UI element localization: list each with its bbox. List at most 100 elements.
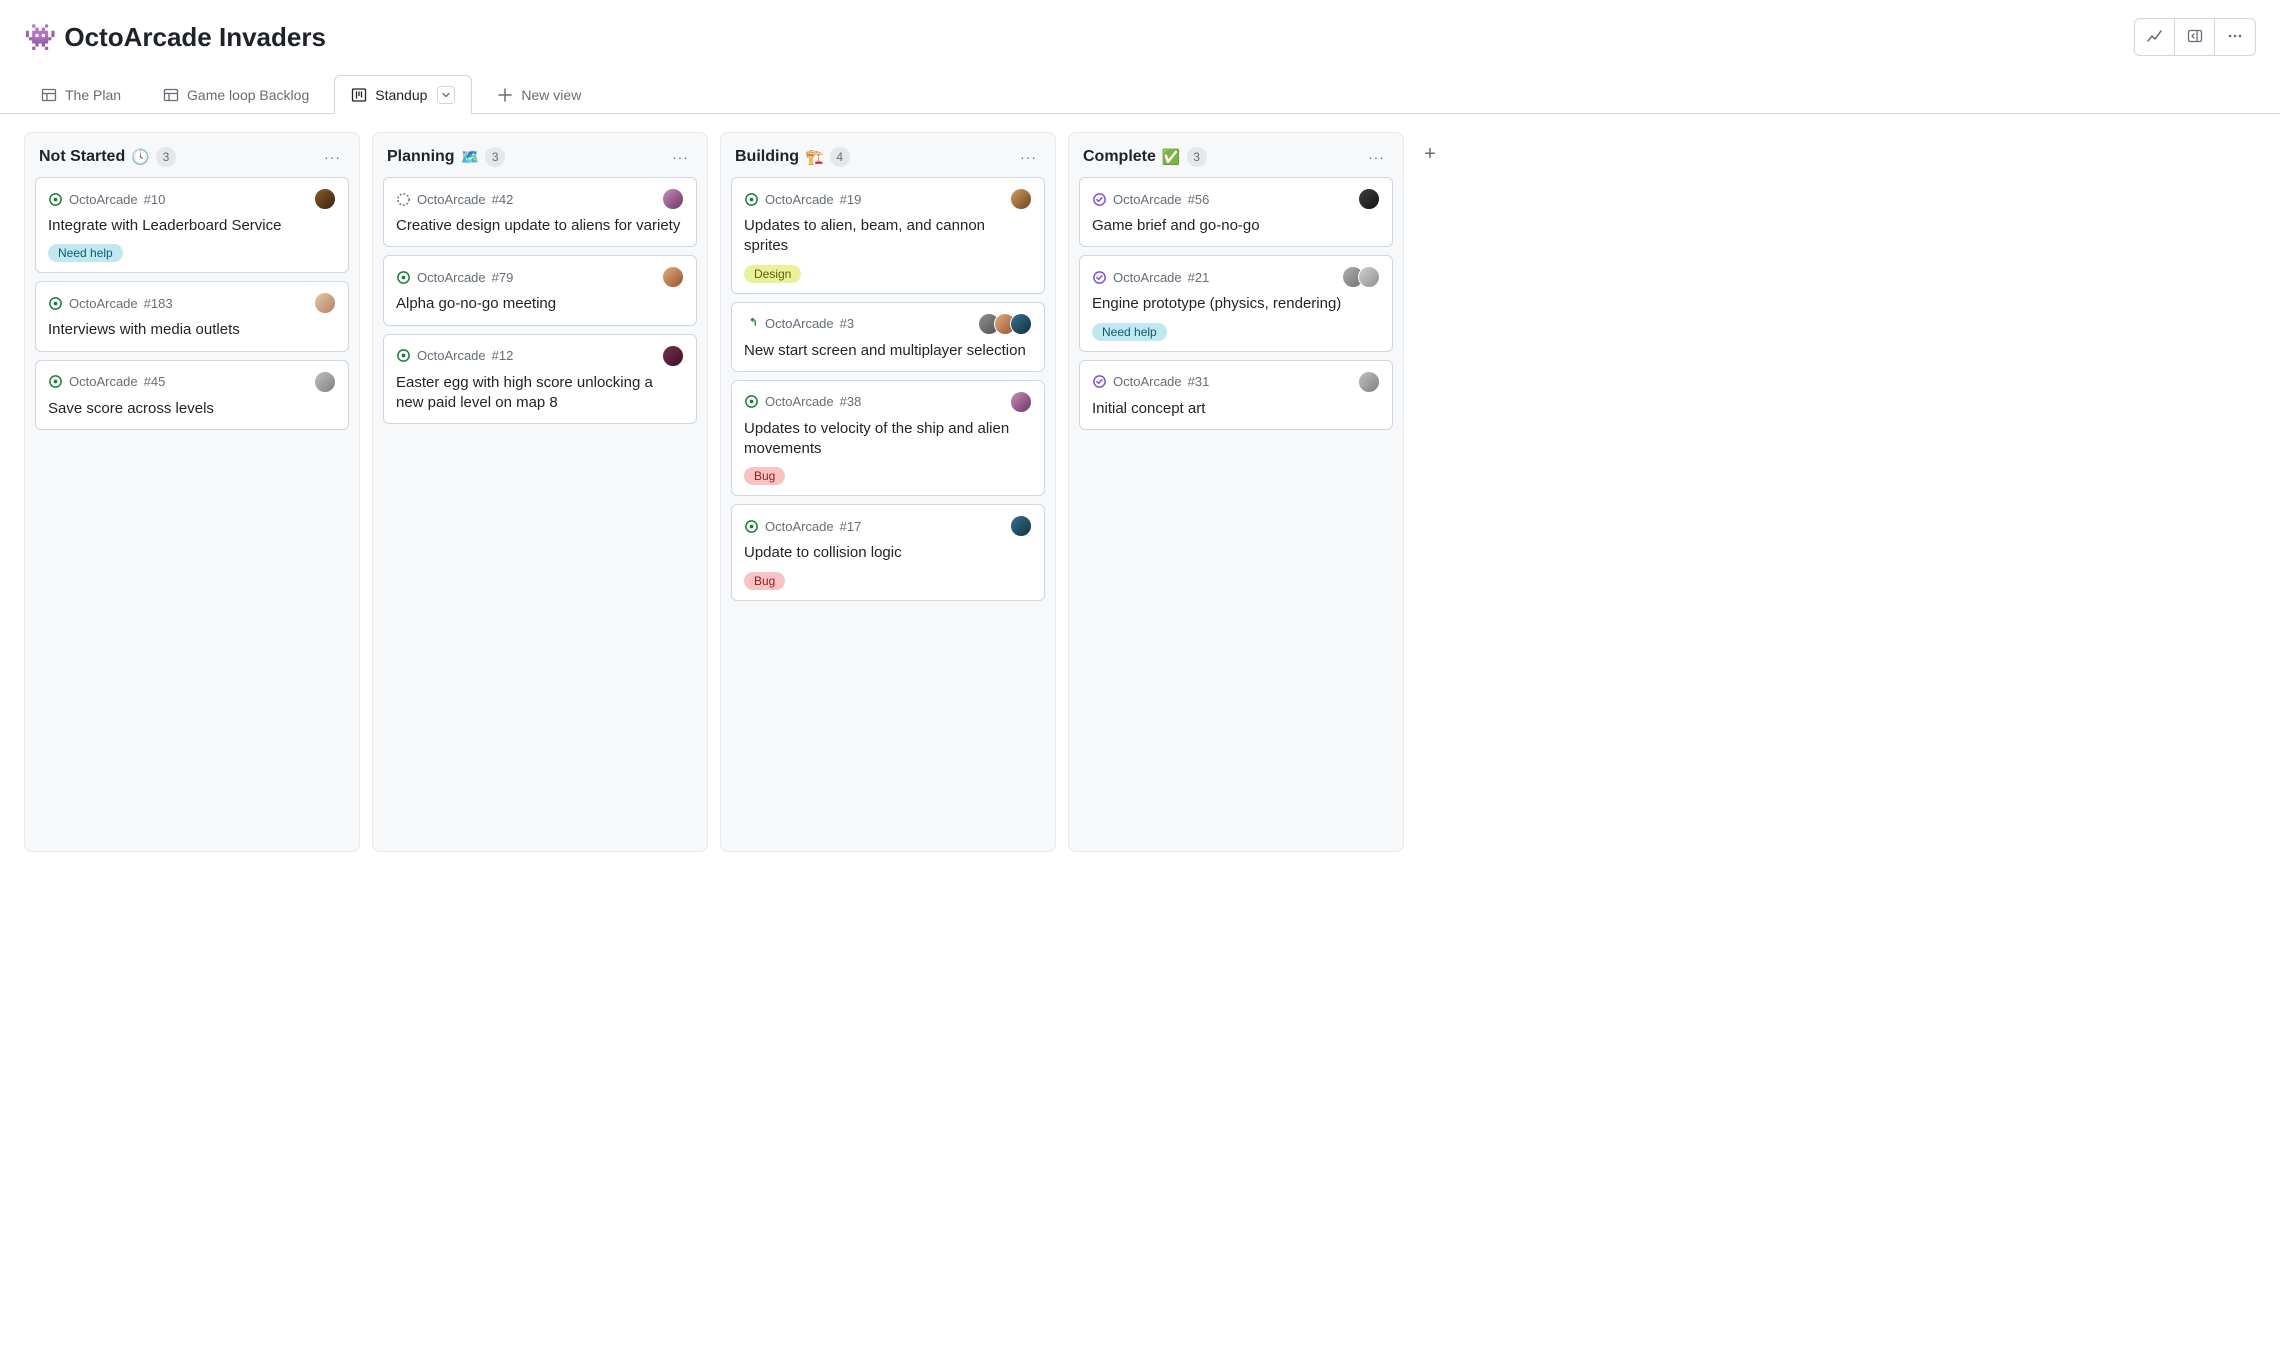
card[interactable]: OctoArcade #3 New start screen and multipl… <box>731 302 1045 372</box>
column-menu-button[interactable]: ··· <box>1364 147 1389 167</box>
avatar[interactable] <box>1358 188 1380 210</box>
table-icon <box>163 87 179 103</box>
avatar[interactable] <box>662 188 684 210</box>
column-not-started: Not Started🕓3···OctoArcade#10Integrate w… <box>24 132 360 852</box>
view-tab-the-plan[interactable]: The Plan <box>24 76 138 113</box>
column-menu-button[interactable]: ··· <box>320 147 345 167</box>
card[interactable]: OctoArcade#183Interviews with media outl… <box>35 281 349 351</box>
card-title: Update to collision logic <box>744 541 1032 563</box>
assignees[interactable] <box>1010 515 1032 537</box>
card-ref: #17 <box>840 519 862 534</box>
kebab-icon: ··· <box>672 149 689 165</box>
card-repo: OctoArcade <box>765 316 834 331</box>
board-icon <box>351 87 367 103</box>
panel-icon <box>2187 28 2203 47</box>
column-planning: Planning🗺️3···OctoArcade#42Creative desi… <box>372 132 708 852</box>
assignees[interactable] <box>1358 188 1380 210</box>
assignees[interactable] <box>662 266 684 288</box>
card[interactable]: OctoArcade#12Easter egg with high score … <box>383 334 697 425</box>
issue-open-icon <box>744 394 759 409</box>
insights-button[interactable] <box>2135 19 2175 55</box>
card-ref: #45 <box>144 374 166 389</box>
add-column-button[interactable]: + <box>1416 140 1444 168</box>
avatar[interactable] <box>1010 515 1032 537</box>
assignees[interactable] <box>314 371 336 393</box>
card-title: Interviews with media outlets <box>48 318 336 340</box>
more-options-button[interactable] <box>2215 19 2255 55</box>
label[interactable]: Need help <box>48 244 123 262</box>
assignees[interactable] <box>662 188 684 210</box>
avatar[interactable] <box>1358 266 1380 288</box>
avatar[interactable] <box>314 292 336 314</box>
card[interactable]: OctoArcade#45Save score across levels <box>35 360 349 430</box>
tab-label: New view <box>521 87 581 103</box>
graph-icon <box>2147 28 2163 47</box>
card-repo: OctoArcade <box>1113 270 1182 285</box>
card-repo: OctoArcade <box>1113 374 1182 389</box>
card[interactable]: OctoArcade#17Update to collision logicBu… <box>731 504 1045 600</box>
assignees[interactable] <box>1010 188 1032 210</box>
kebab-icon: ··· <box>324 149 341 165</box>
card[interactable]: OctoArcade#42Creative design update to a… <box>383 177 697 247</box>
card[interactable]: OctoArcade#21Engine prototype (physics, … <box>1079 255 1393 351</box>
card[interactable]: OctoArcade#31Initial concept art <box>1079 360 1393 430</box>
column-count: 3 <box>156 147 176 167</box>
avatar[interactable] <box>314 188 336 210</box>
card-repo: OctoArcade <box>69 374 138 389</box>
kebab-icon <box>2227 28 2243 47</box>
card-repo: OctoArcade <box>765 394 834 409</box>
column-complete: Complete✅3···OctoArcade#56Game brief and… <box>1068 132 1404 852</box>
card[interactable]: OctoArcade#79Alpha go-no-go meeting <box>383 255 697 325</box>
card-title: Engine prototype (physics, rendering) <box>1092 292 1380 314</box>
card-title: New start screen and multiplayer selecti… <box>744 339 1032 361</box>
avatar[interactable] <box>662 345 684 367</box>
tab-options-button[interactable] <box>437 86 455 104</box>
card-ref: #12 <box>492 348 514 363</box>
column-count: 3 <box>1187 147 1207 167</box>
card-title: Initial concept art <box>1092 397 1380 419</box>
column-menu-button[interactable]: ··· <box>668 147 693 167</box>
card-ref: #3 <box>840 316 854 331</box>
card[interactable]: OctoArcade #38 Updates to velocity of the … <box>731 380 1045 497</box>
card-title: Updates to velocity of the ship and alie… <box>744 417 1032 460</box>
avatar[interactable] <box>1010 188 1032 210</box>
tab-label: Game loop Backlog <box>187 87 309 103</box>
avatar[interactable] <box>1010 391 1032 413</box>
assignees[interactable] <box>1342 266 1380 288</box>
column-count: 4 <box>830 147 850 167</box>
label[interactable]: Bug <box>744 572 785 590</box>
column-menu-button[interactable]: ··· <box>1016 147 1041 167</box>
assignees[interactable] <box>1358 371 1380 393</box>
avatar[interactable] <box>662 266 684 288</box>
assignees[interactable] <box>314 188 336 210</box>
avatar[interactable] <box>314 371 336 393</box>
card[interactable]: OctoArcade#10Integrate with Leaderboard … <box>35 177 349 273</box>
card-title: Creative design update to aliens for var… <box>396 214 684 236</box>
panel-toggle-button[interactable] <box>2175 19 2215 55</box>
card-ref: #183 <box>144 296 173 311</box>
label[interactable]: Bug <box>744 467 785 485</box>
assignees[interactable] <box>314 292 336 314</box>
assignees[interactable] <box>662 345 684 367</box>
assignees[interactable] <box>978 313 1032 335</box>
avatar[interactable] <box>1010 313 1032 335</box>
card[interactable]: OctoArcade#56Game brief and go-no-go <box>1079 177 1393 247</box>
issue-draft-icon <box>396 192 411 207</box>
card-repo: OctoArcade <box>69 192 138 207</box>
label[interactable]: Design <box>744 265 801 283</box>
board: Not Started🕓3···OctoArcade#10Integrate w… <box>0 114 2280 870</box>
issue-closed-icon <box>1092 270 1107 285</box>
plus-icon <box>497 87 513 103</box>
view-tab-standup[interactable]: Standup <box>334 75 472 114</box>
card-title: Game brief and go-no-go <box>1092 214 1380 236</box>
avatar[interactable] <box>1358 371 1380 393</box>
project-emoji: 👾 <box>24 22 56 53</box>
column-title: Building <box>735 148 799 166</box>
card[interactable]: OctoArcade#19Updates to alien, beam, and… <box>731 177 1045 294</box>
card-repo: OctoArcade <box>417 192 486 207</box>
assignees[interactable] <box>1010 391 1032 413</box>
view-tab-game-loop-backlog[interactable]: Game loop Backlog <box>146 76 326 113</box>
card-ref: #38 <box>840 394 862 409</box>
label[interactable]: Need help <box>1092 323 1167 341</box>
new-view-tab[interactable]: New view <box>480 76 598 113</box>
